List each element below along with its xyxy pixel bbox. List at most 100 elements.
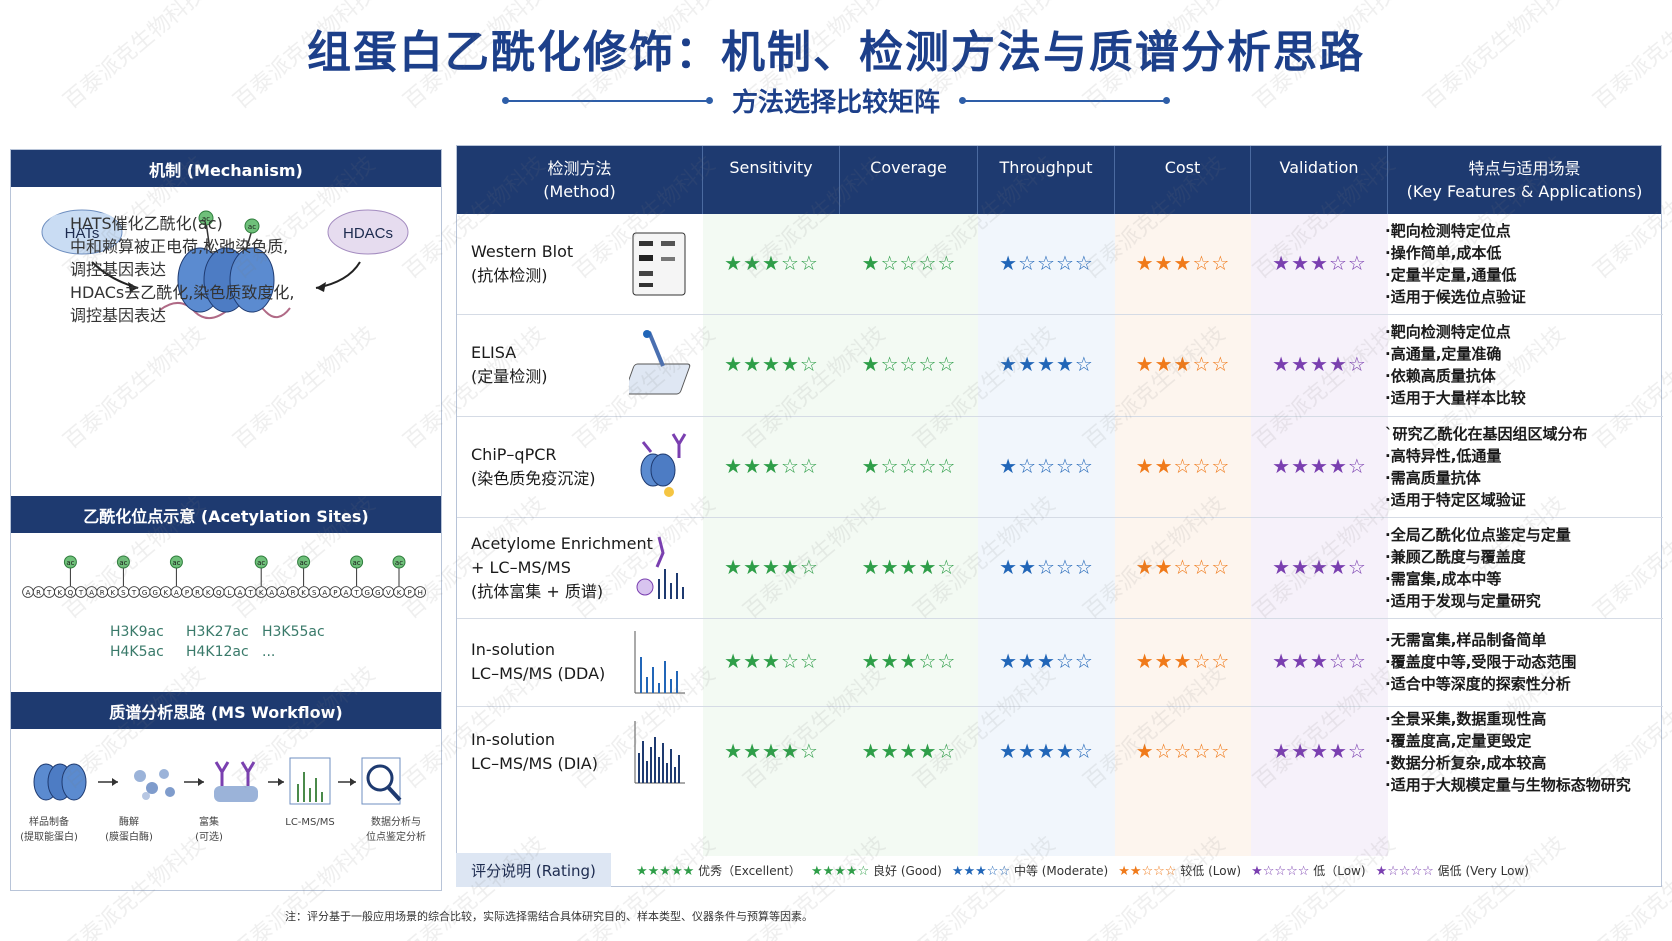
cost-rating: ★★☆☆☆ — [1135, 453, 1231, 478]
legend-stars: ★☆☆☆☆ — [1251, 864, 1310, 879]
legend-stars: ★★★☆☆ — [951, 864, 1011, 879]
lc-ms-spectrum-icon — [289, 757, 331, 805]
step-label: 富集 — [199, 817, 219, 828]
feature-item: ·适用于特定区域验证 — [1385, 490, 1526, 509]
site-name: H3K9ac — [110, 624, 164, 640]
cost-rating: ★☆☆☆☆ — [1135, 738, 1231, 763]
acetylation-sequence: A R T K Q T A R K S T G G K A P R K Q L A T K A A R K S A P A T G G V K P Hac… — [22, 555, 427, 598]
ms-workflow-diagram — [33, 757, 402, 805]
method-name-line: LC–MS/MS (DDA) — [471, 664, 606, 683]
features-list: ·全局乙酰化位点鉴定与定量 ·兼顾乙酰度与覆盖度 ·需富集,成本中等 ·适用于发现与定… — [1385, 524, 1571, 612]
svg-text:R: R — [195, 589, 200, 597]
step-sublabel: 位点鉴定分析 — [366, 832, 426, 843]
features-list: ·无需富集,样品制备简单 ·覆盖度中等,受限于动态范围 ·适合中等深度的探索性分析 — [1385, 629, 1576, 695]
cost-rating: ★★☆☆☆ — [1135, 554, 1231, 579]
sensitivity-rating: ★★★☆☆ — [724, 251, 819, 275]
feature-item: ·适用于大规模定量与生物标态物研究 — [1385, 775, 1631, 794]
legend-stars: ★★☆☆☆ — [1118, 864, 1177, 879]
validation-rating: ★★★★☆ — [1272, 738, 1367, 763]
workflow-step-lcms: LC-MS/MS — [278, 815, 342, 830]
method-name-line: Acetylome Enrichment — [471, 533, 653, 553]
acetylation-sites-header: 乙酰化位点示意 (Acetylation Sites) — [11, 496, 441, 533]
mechanism-line: HDACs去乙酰化,染色质致度化, — [70, 283, 295, 302]
coverage-rating: ★☆☆☆☆ — [861, 453, 957, 478]
throughput-rating: ★★★★☆ — [999, 352, 1094, 376]
workflow-step-digestion: 酶解 (膜蛋白酶) — [96, 815, 162, 845]
throughput-rating: ★☆☆☆☆ — [999, 251, 1094, 275]
cost-rating: ★★★☆☆ — [1135, 649, 1231, 673]
mechanism-line: 中和赖算被正电荷,松弛染色质, — [70, 237, 289, 256]
page-title: 组蛋白乙酰化修饰：机制、检测方法与质谱分析思路 — [307, 27, 1365, 78]
hdacs-label: HDACs — [343, 225, 393, 242]
method-name-line: (定量检测) — [471, 367, 548, 386]
svg-text:R: R — [36, 589, 41, 597]
feature-item: ·全景采集,数据重现性高 — [1385, 709, 1547, 728]
site-name: H3K27ac — [186, 624, 249, 640]
svg-text:T: T — [247, 589, 253, 597]
legend-text: 优秀（Excellent） — [698, 864, 801, 878]
method-name: ELISA (定量检测) — [471, 341, 548, 389]
svg-text:ac: ac — [257, 559, 265, 567]
method-name-line: In-solution — [471, 640, 555, 659]
data-analysis-magnifier-icon — [361, 757, 402, 805]
method-name-line: + LC–MS/MS — [471, 557, 571, 577]
method-name-line: (抗体富集 + 质谱) — [471, 581, 604, 601]
cost-rating: ★★★☆☆ — [1135, 352, 1231, 376]
method-name-line: Western Blot — [471, 242, 574, 261]
feature-item: ·适用于发现与定量研究 — [1385, 591, 1541, 610]
arrow-icon — [98, 778, 118, 786]
feature-item: ·操作简单,成本低 — [1385, 244, 1502, 262]
features-list: `研究乙酰化在基因组区域分布 ·高特异性,低通量 ·需高质量抗体 ·适用于特定区域验证 — [1385, 423, 1588, 511]
feature-item: ·全局乙酰化位点鉴定与定量 — [1385, 525, 1571, 544]
site-name: H4K5ac — [110, 644, 164, 660]
legend-stars: ★★★★☆ — [810, 864, 870, 879]
hdacs-cloud-icon: HDACs — [327, 209, 409, 255]
arrow-icon — [338, 778, 356, 786]
legend-text: 倨低 (Very Low) — [1437, 864, 1529, 878]
mechanism-description: HATS催化乙酰化(ac) 中和赖算被正电荷,松弛染色质, 调控基因表达 HDA… — [70, 212, 294, 327]
header-coverage: Coverage — [840, 146, 978, 214]
svg-text:K: K — [111, 589, 116, 597]
method-name-line: (染色质免疫沉淀) — [471, 468, 596, 488]
site-name: H4K12ac — [186, 644, 249, 660]
workflow-step-enrichment: 富集 (可选) — [184, 815, 234, 845]
header-label: 检测方法 — [547, 159, 612, 178]
dia-spectrum-icon — [634, 720, 685, 783]
svg-text:T: T — [131, 589, 137, 597]
mechanism-line: HATS催化乙酰化(ac) — [70, 214, 223, 233]
method-name: ChiP–qPCR (染色质免疫沉淀) — [471, 443, 596, 491]
feature-item: ·依赖高质量抗体 — [1385, 367, 1496, 385]
throughput-rating: ★★★☆☆ — [999, 649, 1094, 673]
legend-item: ★★★☆☆ 中等 (Moderate) — [951, 864, 1108, 879]
validation-rating: ★★★☆☆ — [1272, 649, 1367, 673]
step-sublabel: (膜蛋白酶) — [105, 832, 153, 843]
footnote: 注：评分基于一般应用场景的综合比较，实际选择需结合具体研究目的、样本类型、仪器条… — [285, 910, 813, 923]
feature-item: ·适用于候选位点验证 — [1385, 288, 1526, 306]
feature-item: ·覆盖度中等,受限于动态范围 — [1385, 653, 1577, 671]
svg-text:ac: ac — [172, 559, 180, 567]
legend-text: 低（Low) — [1313, 864, 1366, 878]
row-divider — [457, 416, 1663, 417]
svg-text:T: T — [78, 589, 84, 597]
method-name: Acetylome Enrichment + LC–MS/MS (抗体富集 + 质谱… — [471, 532, 653, 604]
svg-text:ac: ac — [395, 559, 403, 567]
feature-item: `研究乙酰化在基因组区域分布 — [1385, 424, 1588, 443]
features-list: ·靶向检测特定位点 ·高通量,定量准确 ·依赖高质量抗体 ·适用于大量样本比较 — [1385, 321, 1526, 409]
svg-text:K: K — [164, 589, 169, 597]
throughput-rating: ★★☆☆☆ — [999, 554, 1094, 579]
step-label: 样品制备 — [29, 817, 69, 828]
throughput-rating: ★☆☆☆☆ — [999, 453, 1094, 478]
svg-text:ac: ac — [353, 559, 361, 567]
coverage-rating: ★☆☆☆☆ — [861, 352, 957, 376]
header-method: 检测方法 (Method) — [457, 146, 703, 214]
legend-item: ★★★★★ 优秀（Excellent） — [636, 864, 801, 879]
header-label: (Method) — [543, 182, 616, 201]
coverage-rating: ★☆☆☆☆ — [861, 251, 957, 275]
svg-text:L: L — [227, 589, 231, 597]
feature-item: ·定量半定量,通量低 — [1385, 266, 1517, 284]
feature-item: ·数据分析复杂,成本较高 — [1385, 753, 1547, 772]
feature-item: ·需富集,成本中等 — [1385, 569, 1502, 588]
site-name: ... — [262, 644, 276, 660]
method-name-line: In-solution — [471, 729, 555, 749]
svg-text:H: H — [418, 589, 423, 597]
